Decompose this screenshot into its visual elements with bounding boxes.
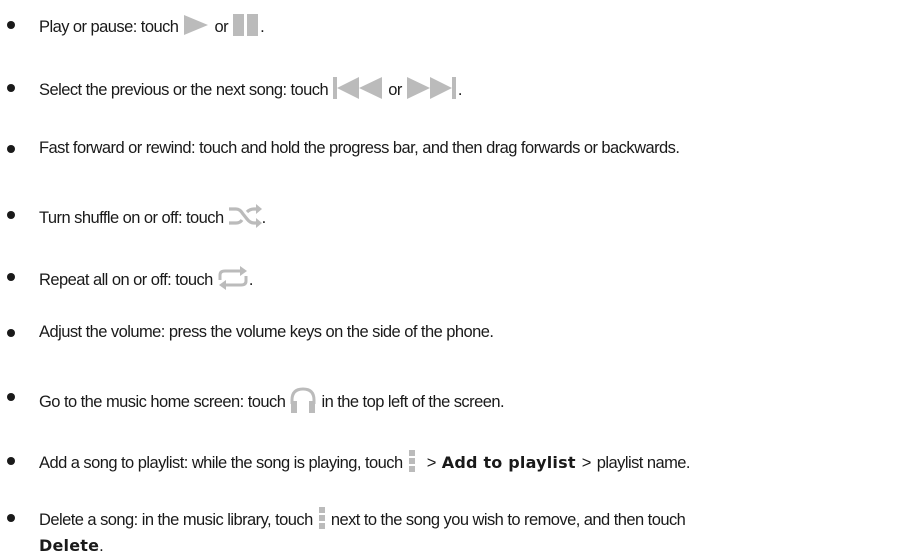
connector-text: or (214, 17, 229, 36)
item-text: Adjust the volume: press the volume keys… (39, 323, 494, 341)
item-text-after: in the top left of the screen. (321, 392, 504, 411)
shuffle-icon (228, 204, 262, 233)
menu-icon (317, 507, 327, 534)
next-track-icon (406, 77, 458, 104)
pause-icon (232, 14, 260, 41)
item-text: Fast forward or rewind: touch and hold t… (39, 139, 680, 157)
item-text: Play or pause: touch (39, 17, 179, 36)
bullet (7, 145, 15, 153)
item-text: Add a song to playlist: while the song i… (39, 453, 403, 472)
bullet (7, 393, 15, 401)
period: . (248, 270, 254, 289)
period: . (457, 80, 463, 99)
separator: > (426, 453, 437, 472)
item-text: Go to the music home screen: touch (39, 392, 286, 411)
menu-option-label: Add to playlist (441, 452, 576, 472)
separator: > (581, 453, 592, 472)
play-icon (182, 14, 210, 41)
item-text-after: playlist name. (596, 453, 691, 472)
item-text: Repeat all on or off: touch (39, 270, 213, 289)
menu-option-label: Delete (39, 536, 100, 555)
bullet (7, 457, 15, 465)
connector-text: or (388, 80, 402, 99)
previous-track-icon (332, 77, 384, 104)
bullet (7, 211, 15, 219)
period: . (260, 17, 265, 36)
period: . (99, 537, 105, 555)
item-text: Delete a song: in the music library, tou… (39, 510, 313, 529)
menu-icon (407, 450, 417, 477)
bullet (7, 514, 15, 522)
repeat-icon (217, 266, 249, 295)
item-text: Select the previous or the next song: to… (39, 80, 329, 99)
item-continuation: Delete. (39, 536, 104, 556)
bullet (7, 21, 15, 29)
bullet (7, 273, 15, 281)
period: . (261, 208, 267, 227)
bullet (7, 329, 15, 337)
bullet (7, 84, 15, 92)
item-text-after: next to the song you wish to remove, and… (330, 510, 686, 529)
item-text: Turn shuffle on or off: touch (39, 208, 224, 227)
headphones-icon (289, 386, 317, 419)
